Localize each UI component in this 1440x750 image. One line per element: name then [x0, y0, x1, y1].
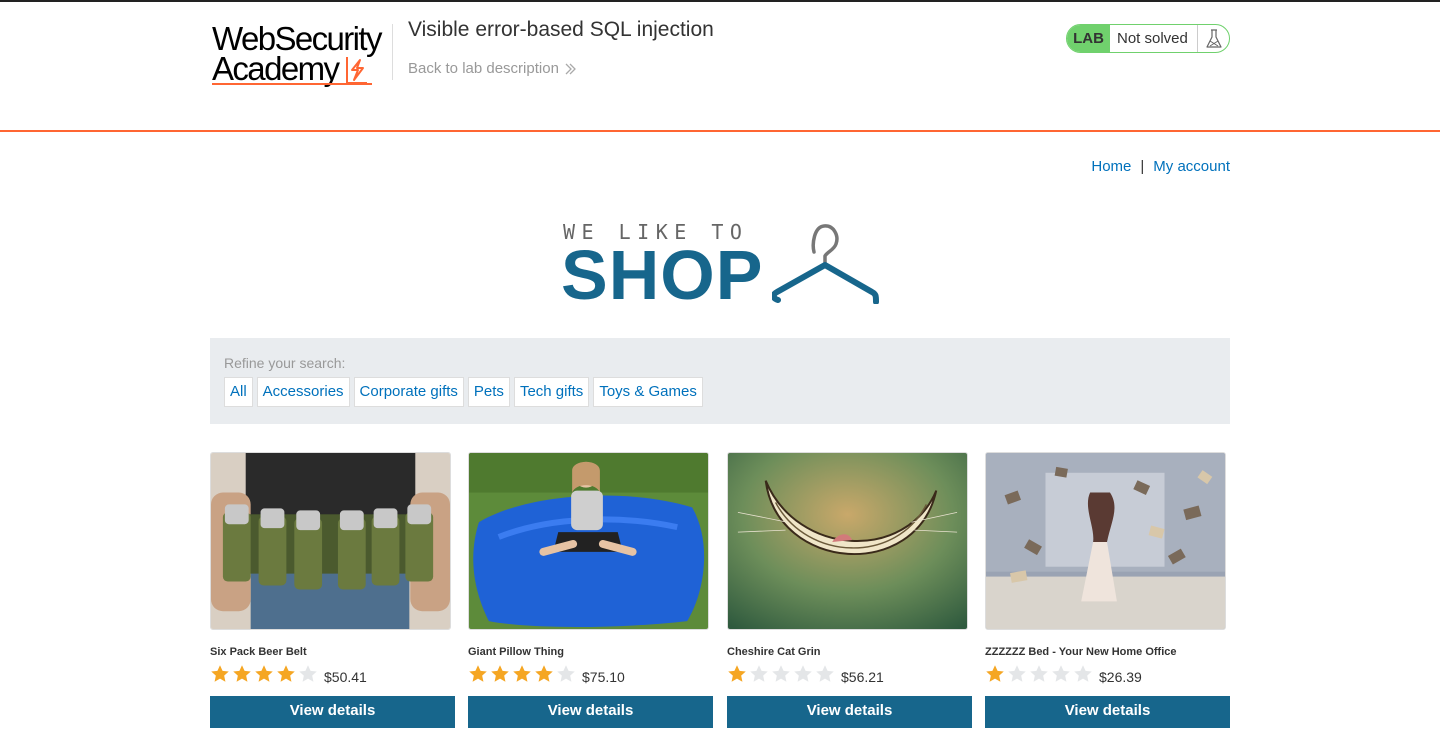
product-price: $56.21: [841, 668, 884, 685]
header-divider: [392, 24, 393, 80]
lab-status-text: Not solved: [1117, 30, 1188, 47]
star-filled-icon: [233, 665, 251, 682]
product-rating-row: $26.39: [985, 663, 1230, 685]
product-name: ZZZZZZ Bed - Your New Home Office: [985, 646, 1177, 658]
star-empty-icon: [1074, 665, 1092, 682]
star-rating: [727, 664, 835, 684]
cat-grin-photo[interactable]: [727, 452, 968, 630]
star-rating: [985, 664, 1093, 684]
blue-pillow-photo[interactable]: [468, 452, 709, 630]
star-rating: [210, 664, 318, 684]
academy-header-border: [0, 130, 1440, 132]
filter-accessories[interactable]: Accessories: [256, 377, 350, 407]
product-rating-row: $56.21: [727, 663, 972, 685]
product-name: Six Pack Beer Belt: [210, 646, 307, 658]
product-rating-row: $50.41: [210, 663, 455, 685]
academy-header: WebSecurity Academy Visible error-based …: [0, 2, 1440, 130]
lab-badge: LAB: [1067, 25, 1110, 52]
product-price: $26.39: [1099, 668, 1142, 685]
flying-books-photo[interactable]: [985, 452, 1226, 630]
star-empty-icon: [1052, 665, 1070, 682]
star-filled-icon: [513, 665, 531, 682]
view-details-button[interactable]: View details: [210, 696, 455, 728]
lightning-bolt-icon: [346, 57, 367, 84]
product-rating-row: $75.10: [468, 663, 713, 685]
web-security-academy-logo[interactable]: WebSecurity Academy: [212, 22, 392, 88]
product-card: Cheshire Cat Grin $56.21 View details: [727, 452, 972, 728]
star-empty-icon: [794, 665, 812, 682]
logo-underline: [212, 83, 372, 85]
filter-all[interactable]: All: [224, 377, 253, 407]
star-filled-icon: [728, 665, 746, 682]
filter-pets[interactable]: Pets: [467, 377, 510, 407]
product-price: $75.10: [582, 668, 625, 685]
beer-belt-photo[interactable]: [210, 452, 451, 630]
star-empty-icon: [1030, 665, 1048, 682]
back-to-lab-description-link[interactable]: Back to lab description: [408, 60, 577, 77]
filter-tech-gifts[interactable]: Tech gifts: [513, 377, 590, 407]
filter-label: Refine your search:: [224, 355, 346, 371]
star-filled-icon: [535, 665, 553, 682]
filter-toys-games[interactable]: Toys & Games: [593, 377, 703, 407]
star-filled-icon: [255, 665, 273, 682]
star-filled-icon: [986, 665, 1004, 682]
shop-logo: WE LIKE TO SHOP: [560, 220, 880, 310]
nav-separator: |: [1140, 158, 1145, 175]
star-empty-icon: [816, 665, 834, 682]
search-filter: Refine your search: All Accessories Corp…: [210, 338, 1230, 424]
nav-my-account-link[interactable]: My account: [1153, 158, 1230, 175]
lab-title: Visible error-based SQL injection: [408, 18, 714, 41]
back-link-label: Back to lab description: [408, 60, 559, 77]
star-filled-icon: [277, 665, 295, 682]
star-empty-icon: [557, 665, 575, 682]
product-name: Giant Pillow Thing: [468, 646, 564, 658]
filter-corporate-gifts[interactable]: Corporate gifts: [353, 377, 464, 407]
product-name: Cheshire Cat Grin: [727, 646, 821, 658]
clothes-hanger-icon: [772, 224, 879, 304]
view-details-button[interactable]: View details: [468, 696, 713, 728]
star-filled-icon: [491, 665, 509, 682]
product-card: ZZZZZZ Bed - Your New Home Office $26.39…: [985, 452, 1230, 728]
shop-logo-title: SHOP: [561, 236, 764, 314]
star-empty-icon: [750, 665, 768, 682]
site-nav: Home | My account: [1091, 158, 1230, 175]
star-empty-icon: [1008, 665, 1026, 682]
star-empty-icon: [772, 665, 790, 682]
star-filled-icon: [469, 665, 487, 682]
logo-text-line2: Academy: [212, 50, 340, 87]
nav-home-link[interactable]: Home: [1091, 158, 1131, 175]
view-details-button[interactable]: View details: [985, 696, 1230, 728]
filter-categories: All Accessories Corporate gifts Pets Tec…: [224, 377, 703, 407]
star-filled-icon: [211, 665, 229, 682]
star-empty-icon: [299, 665, 317, 682]
product-card: Six Pack Beer Belt $50.41 View details: [210, 452, 455, 728]
star-rating: [468, 664, 576, 684]
flask-icon: [1197, 25, 1229, 52]
lab-status-widget: LAB Not solved: [1066, 24, 1230, 53]
view-details-button[interactable]: View details: [727, 696, 972, 728]
product-card: Giant Pillow Thing $75.10 View details: [468, 452, 713, 728]
product-price: $50.41: [324, 668, 367, 685]
double-chevron-right-icon: [565, 63, 576, 74]
